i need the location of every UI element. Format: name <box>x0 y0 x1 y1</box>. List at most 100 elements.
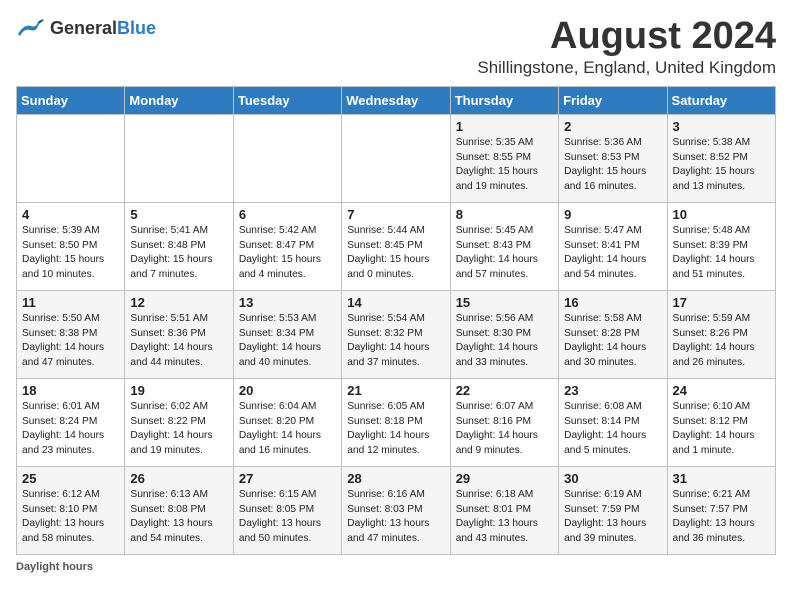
day-cell-2: 2 Sunrise: 5:36 AM Sunset: 8:53 PM Daylig… <box>559 114 667 202</box>
day-cell-17: 17 Sunrise: 5:59 AM Sunset: 8:26 PM Dayli… <box>667 290 775 378</box>
column-header-monday: Monday <box>125 86 233 114</box>
day-cell-24: 24Sunrise: 6:10 AM Sunset: 8:12 PM Dayli… <box>667 378 775 466</box>
day-info: Sunrise: 5:54 AM Sunset: 8:32 PM Dayligh… <box>347 312 444 371</box>
day-cell-14: 14 Sunrise: 5:54 AM Sunset: 8:32 PM Dayli… <box>342 290 450 378</box>
day-cell-7: 7 Sunrise: 5:44 AM Sunset: 8:45 PM Daylig… <box>342 202 450 290</box>
day-number: 15 <box>456 295 553 310</box>
day-cell-16: 16 Sunrise: 5:58 AM Sunset: 8:28 PM Dayli… <box>559 290 667 378</box>
day-info: Sunrise: 5:35 AM Sunset: 8:55 PM Dayligh… <box>456 136 553 195</box>
day-info: Sunrise: 6:02 AM Sunset: 8:22 PM Dayligh… <box>130 400 227 459</box>
day-info: Sunrise: 6:13 AM Sunset: 8:08 PM Dayligh… <box>130 488 227 547</box>
day-number: 25 <box>22 471 119 486</box>
day-cell-empty <box>233 114 341 202</box>
title-area: August 2024 Shillingstone, England, Unit… <box>477 16 776 78</box>
day-number: 13 <box>239 295 336 310</box>
day-cell-10: 10Sunrise: 5:48 AM Sunset: 8:39 PM Dayli… <box>667 202 775 290</box>
day-number: 9 <box>564 207 661 222</box>
day-cell-20: 20 Sunrise: 6:04 AM Sunset: 8:20 PM Dayli… <box>233 378 341 466</box>
day-cell-23: 23 Sunrise: 6:08 AM Sunset: 8:14 PM Dayli… <box>559 378 667 466</box>
day-cell-empty <box>17 114 125 202</box>
day-cell-4: 4 Sunrise: 5:39 AM Sunset: 8:50 PM Daylig… <box>17 202 125 290</box>
day-number: 17 <box>673 295 770 310</box>
day-info: Sunrise: 5:36 AM Sunset: 8:53 PM Dayligh… <box>564 136 661 195</box>
day-info: Sunrise: 5:56 AM Sunset: 8:30 PM Dayligh… <box>456 312 553 371</box>
day-cell-5: 5 Sunrise: 5:41 AM Sunset: 8:48 PM Daylig… <box>125 202 233 290</box>
day-info: Sunrise: 6:15 AM Sunset: 8:05 PM Dayligh… <box>239 488 336 547</box>
day-number: 14 <box>347 295 444 310</box>
day-cell-22: 22 Sunrise: 6:07 AM Sunset: 8:16 PM Dayli… <box>450 378 558 466</box>
day-info: Sunrise: 6:12 AM Sunset: 8:10 PM Dayligh… <box>22 488 119 547</box>
day-cell-28: 28 Sunrise: 6:16 AM Sunset: 8:03 PM Dayli… <box>342 466 450 554</box>
day-info: Sunrise: 6:04 AM Sunset: 8:20 PM Dayligh… <box>239 400 336 459</box>
day-number: 20 <box>239 383 336 398</box>
day-info: Sunrise: 5:39 AM Sunset: 8:50 PM Dayligh… <box>22 224 119 283</box>
day-number: 4 <box>22 207 119 222</box>
day-info: Sunrise: 6:05 AM Sunset: 8:18 PM Dayligh… <box>347 400 444 459</box>
week-row-5: 25 Sunrise: 6:12 AM Sunset: 8:10 PM Dayli… <box>17 466 776 554</box>
day-cell-31: 31Sunrise: 6:21 AM Sunset: 7:57 PM Dayli… <box>667 466 775 554</box>
day-info: Sunrise: 5:47 AM Sunset: 8:41 PM Dayligh… <box>564 224 661 283</box>
day-cell-18: 18Sunrise: 6:01 AM Sunset: 8:24 PM Dayli… <box>17 378 125 466</box>
column-header-saturday: Saturday <box>667 86 775 114</box>
column-header-thursday: Thursday <box>450 86 558 114</box>
logo-bird-icon <box>16 16 46 40</box>
day-info: Sunrise: 6:19 AM Sunset: 7:59 PM Dayligh… <box>564 488 661 547</box>
day-info: Sunrise: 5:44 AM Sunset: 8:45 PM Dayligh… <box>347 224 444 283</box>
calendar-subtitle: Shillingstone, England, United Kingdom <box>477 58 776 78</box>
day-cell-29: 29 Sunrise: 6:18 AM Sunset: 8:01 PM Dayli… <box>450 466 558 554</box>
week-row-2: 4 Sunrise: 5:39 AM Sunset: 8:50 PM Daylig… <box>17 202 776 290</box>
day-number: 10 <box>673 207 770 222</box>
day-info: Sunrise: 5:42 AM Sunset: 8:47 PM Dayligh… <box>239 224 336 283</box>
day-number: 22 <box>456 383 553 398</box>
day-cell-21: 21Sunrise: 6:05 AM Sunset: 8:18 PM Dayli… <box>342 378 450 466</box>
footer-label: Daylight hours <box>16 561 93 573</box>
week-row-1: 1Sunrise: 5:35 AM Sunset: 8:55 PM Daylig… <box>17 114 776 202</box>
day-cell-11: 11Sunrise: 5:50 AM Sunset: 8:38 PM Dayli… <box>17 290 125 378</box>
day-number: 28 <box>347 471 444 486</box>
week-row-4: 18Sunrise: 6:01 AM Sunset: 8:24 PM Dayli… <box>17 378 776 466</box>
day-cell-8: 8Sunrise: 5:45 AM Sunset: 8:43 PM Daylig… <box>450 202 558 290</box>
day-number: 30 <box>564 471 661 486</box>
footer-note: Daylight hours <box>16 561 776 573</box>
day-cell-26: 26 Sunrise: 6:13 AM Sunset: 8:08 PM Dayli… <box>125 466 233 554</box>
day-number: 7 <box>347 207 444 222</box>
day-number: 19 <box>130 383 227 398</box>
day-cell-empty <box>342 114 450 202</box>
day-info: Sunrise: 6:01 AM Sunset: 8:24 PM Dayligh… <box>22 400 119 459</box>
day-number: 26 <box>130 471 227 486</box>
day-info: Sunrise: 5:58 AM Sunset: 8:28 PM Dayligh… <box>564 312 661 371</box>
day-number: 6 <box>239 207 336 222</box>
day-cell-15: 15 Sunrise: 5:56 AM Sunset: 8:30 PM Dayli… <box>450 290 558 378</box>
header-row: SundayMondayTuesdayWednesdayThursdayFrid… <box>17 86 776 114</box>
day-info: Sunrise: 6:16 AM Sunset: 8:03 PM Dayligh… <box>347 488 444 547</box>
day-info: Sunrise: 5:59 AM Sunset: 8:26 PM Dayligh… <box>673 312 770 371</box>
day-cell-9: 9 Sunrise: 5:47 AM Sunset: 8:41 PM Daylig… <box>559 202 667 290</box>
header: GeneralBlue August 2024 Shillingstone, E… <box>16 16 776 78</box>
day-number: 2 <box>564 119 661 134</box>
day-info: Sunrise: 5:38 AM Sunset: 8:52 PM Dayligh… <box>673 136 770 195</box>
calendar-title: August 2024 <box>477 16 776 58</box>
day-cell-6: 6 Sunrise: 5:42 AM Sunset: 8:47 PM Daylig… <box>233 202 341 290</box>
day-number: 29 <box>456 471 553 486</box>
calendar-table: SundayMondayTuesdayWednesdayThursdayFrid… <box>16 86 776 555</box>
day-cell-27: 27Sunrise: 6:15 AM Sunset: 8:05 PM Dayli… <box>233 466 341 554</box>
day-number: 23 <box>564 383 661 398</box>
day-info: Sunrise: 6:10 AM Sunset: 8:12 PM Dayligh… <box>673 400 770 459</box>
week-row-3: 11Sunrise: 5:50 AM Sunset: 8:38 PM Dayli… <box>17 290 776 378</box>
day-info: Sunrise: 6:08 AM Sunset: 8:14 PM Dayligh… <box>564 400 661 459</box>
day-info: Sunrise: 5:41 AM Sunset: 8:48 PM Dayligh… <box>130 224 227 283</box>
day-info: Sunrise: 6:21 AM Sunset: 7:57 PM Dayligh… <box>673 488 770 547</box>
day-info: Sunrise: 6:18 AM Sunset: 8:01 PM Dayligh… <box>456 488 553 547</box>
logo-text: GeneralBlue <box>50 18 156 39</box>
day-number: 16 <box>564 295 661 310</box>
logo-blue: Blue <box>117 18 156 38</box>
day-cell-30: 30 Sunrise: 6:19 AM Sunset: 7:59 PM Dayli… <box>559 466 667 554</box>
day-number: 5 <box>130 207 227 222</box>
day-cell-19: 19 Sunrise: 6:02 AM Sunset: 8:22 PM Dayli… <box>125 378 233 466</box>
day-number: 3 <box>673 119 770 134</box>
day-info: Sunrise: 5:53 AM Sunset: 8:34 PM Dayligh… <box>239 312 336 371</box>
logo: GeneralBlue <box>16 16 156 40</box>
day-cell-25: 25 Sunrise: 6:12 AM Sunset: 8:10 PM Dayli… <box>17 466 125 554</box>
day-info: Sunrise: 6:07 AM Sunset: 8:16 PM Dayligh… <box>456 400 553 459</box>
column-header-wednesday: Wednesday <box>342 86 450 114</box>
